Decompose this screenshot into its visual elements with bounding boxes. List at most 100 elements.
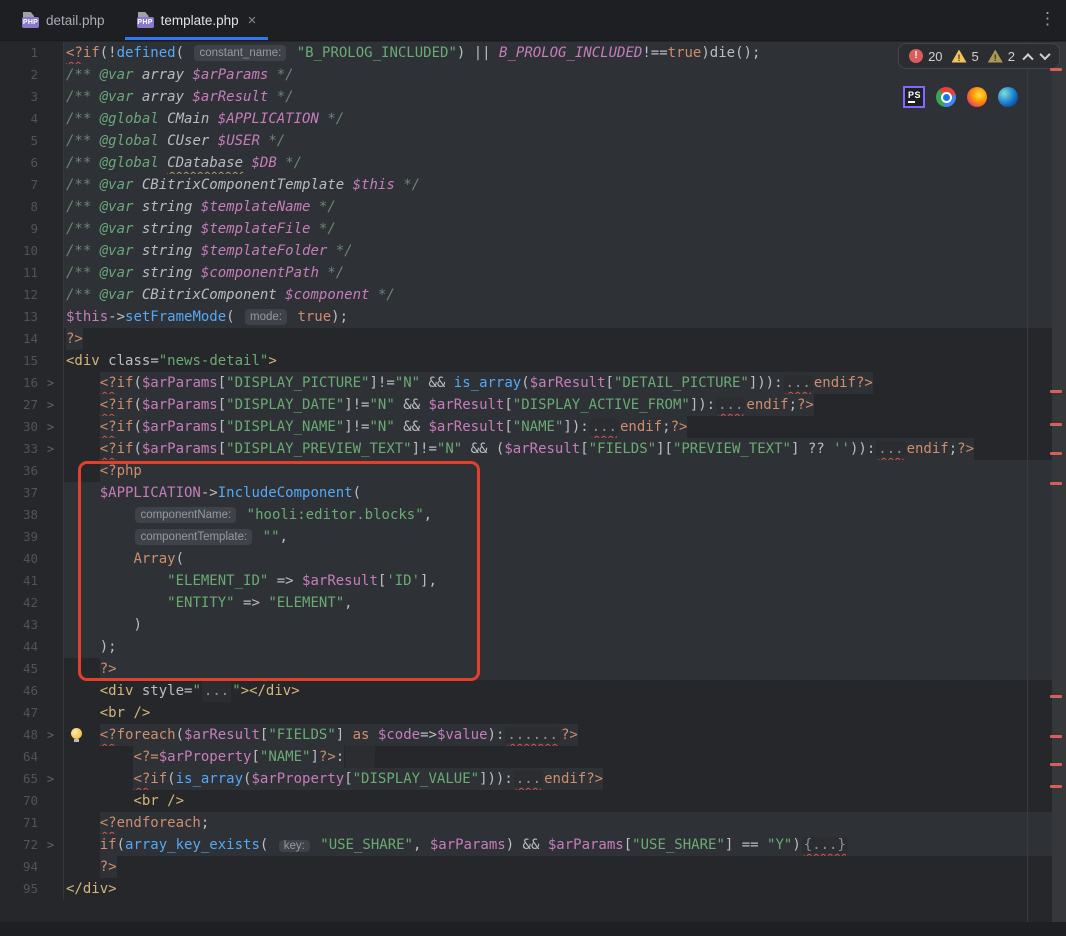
error-stripe-mark[interactable] (1050, 390, 1062, 393)
code-line[interactable]: 8/** @var string $templateName */ (0, 196, 1066, 218)
code-line[interactable]: 36 <?php (0, 460, 1066, 482)
php-fragment[interactable]: <?if(is_array($arProperty["DISPLAY_VALUE… (133, 768, 603, 790)
intention-bulb-icon[interactable] (71, 728, 83, 742)
php-fragment[interactable]: <?=$arProperty["NAME"]?>: (133, 746, 344, 768)
code-line[interactable]: 13$this->setFrameMode( mode: true); (0, 306, 1066, 328)
folded-code[interactable] (345, 746, 374, 768)
code-line[interactable]: 41 "ELEMENT_ID" => $arResult['ID'], (0, 570, 1066, 592)
code-cell[interactable]: ?> (63, 328, 1066, 350)
code-line[interactable]: 47 <br /> (0, 702, 1066, 724)
error-stripe-mark[interactable] (1050, 68, 1062, 71)
inlay-hint[interactable]: componentTemplate: (135, 529, 252, 545)
folded-code[interactable]: ... (876, 441, 905, 457)
inlay-hint[interactable]: componentName: (135, 507, 236, 523)
code-cell[interactable]: if(array_key_exists( key: "USE_SHARE", $… (63, 834, 1066, 856)
code-editor[interactable]: 1<?if(!defined( constant_name: "B_PROLOG… (0, 42, 1066, 900)
error-stripe-mark[interactable] (1050, 423, 1062, 426)
code-line[interactable]: 94 ?> (0, 856, 1066, 878)
code-line[interactable]: 15<div class="news-detail"> (0, 350, 1066, 372)
code-cell[interactable]: /** @global CUser $USER */ (63, 130, 1066, 152)
code-line[interactable]: 39 componentTemplate: "", (0, 526, 1066, 548)
code-cell[interactable]: ?> (63, 856, 1066, 878)
fold-arrow-icon[interactable]: > (38, 724, 63, 746)
php-fragment[interactable]: <?if($arParams["DISPLAY_NAME"]!="N" && $… (100, 416, 688, 438)
code-cell[interactable]: ); (63, 636, 1066, 658)
folded-code[interactable]: ... (784, 375, 813, 391)
error-stripe-mark[interactable] (1050, 763, 1062, 766)
code-line[interactable]: 40 Array( (0, 548, 1066, 570)
code-line[interactable]: 72> if(array_key_exists( key: "USE_SHARE… (0, 834, 1066, 856)
php-fragment[interactable]: <?foreach($arResult["FIELDS"] as $code=>… (100, 724, 578, 746)
code-cell[interactable]: /** @var string $templateName */ (63, 196, 1066, 218)
code-line[interactable]: 11/** @var string $componentPath */ (0, 262, 1066, 284)
code-line[interactable]: 6/** @global CDatabase $DB */ (0, 152, 1066, 174)
code-cell[interactable]: componentTemplate: "", (63, 526, 1066, 548)
code-line[interactable]: 12/** @var CBitrixComponent $component *… (0, 284, 1066, 306)
code-cell[interactable]: /** @var string $componentPath */ (63, 262, 1066, 284)
code-cell[interactable]: <?endforeach; (63, 812, 1066, 834)
code-cell[interactable]: <?if($arParams["DISPLAY_NAME"]!="N" && $… (63, 416, 1066, 438)
code-cell[interactable]: <?if($arParams["DISPLAY_PICTURE"]!="N" &… (63, 372, 1066, 394)
code-line[interactable]: 9/** @var string $templateFile */ (0, 218, 1066, 240)
folded-code[interactable]: ... (716, 397, 745, 413)
error-group[interactable]: ! 20 (909, 49, 942, 64)
code-line[interactable]: 14?> (0, 328, 1066, 350)
fold-arrow-icon[interactable]: > (38, 372, 63, 394)
inlay-hint[interactable]: mode: (245, 309, 287, 325)
tab-detail-php[interactable]: PHP detail.php (6, 0, 121, 40)
code-cell[interactable]: /** @var string $templateFolder */ (63, 240, 1066, 262)
folded-code[interactable]: ... (514, 771, 543, 787)
warning-group[interactable]: ! 5 (952, 49, 979, 64)
code-line[interactable]: 30> <?if($arParams["DISPLAY_NAME"]!="N" … (0, 416, 1066, 438)
code-cell[interactable]: /** @var CBitrixComponentTemplate $this … (63, 174, 1066, 196)
phpstorm-icon[interactable]: PS (903, 86, 925, 108)
code-line[interactable]: 70 <br /> (0, 790, 1066, 812)
folded-code[interactable]: ... (202, 680, 231, 702)
code-cell[interactable]: componentName: "hooli:editor.blocks", (63, 504, 1066, 526)
php-fragment[interactable]: if(array_key_exists( key: "USE_SHARE", $… (100, 834, 1066, 856)
code-cell[interactable]: <?foreach($arResult["FIELDS"] as $code=>… (63, 724, 1066, 746)
tab-close-icon[interactable]: × (248, 13, 257, 28)
weak-warning-group[interactable]: ! 2 (988, 49, 1015, 64)
code-cell[interactable]: </div> (63, 878, 1066, 900)
code-cell[interactable]: <?if($arParams["DISPLAY_DATE"]!="N" && $… (63, 394, 1066, 416)
code-cell[interactable]: "ELEMENT_ID" => $arResult['ID'], (63, 570, 1066, 592)
code-cell[interactable]: /** @global CMain $APPLICATION */ (63, 108, 1066, 130)
code-cell[interactable]: <?if($arParams["DISPLAY_PREVIEW_TEXT"]!=… (63, 438, 1066, 460)
code-cell[interactable]: $this->setFrameMode( mode: true); (63, 306, 1066, 328)
code-line[interactable]: 71 <?endforeach; (0, 812, 1066, 834)
code-line[interactable]: 95</div> (0, 878, 1066, 900)
code-line[interactable]: 16> <?if($arParams["DISPLAY_PICTURE"]!="… (0, 372, 1066, 394)
code-line[interactable]: 48> <?foreach($arResult["FIELDS"] as $co… (0, 724, 1066, 746)
code-cell[interactable]: <?if(is_array($arProperty["DISPLAY_VALUE… (63, 768, 1066, 790)
code-line[interactable]: 43 ) (0, 614, 1066, 636)
fold-arrow-icon[interactable]: > (38, 834, 63, 856)
error-stripe-mark[interactable] (1050, 735, 1062, 738)
code-line[interactable]: 37 $APPLICATION->IncludeComponent( (0, 482, 1066, 504)
php-fragment[interactable]: <?if($arParams["DISPLAY_PICTURE"]!="N" &… (100, 372, 873, 394)
fold-arrow-icon[interactable]: > (38, 394, 63, 416)
code-line[interactable]: 4/** @global CMain $APPLICATION */ (0, 108, 1066, 130)
code-line[interactable]: 65> <?if(is_array($arProperty["DISPLAY_V… (0, 768, 1066, 790)
code-cell[interactable]: ) (63, 614, 1066, 636)
error-stripe-mark[interactable] (1050, 482, 1062, 485)
fold-arrow-icon[interactable]: > (38, 768, 63, 790)
inlay-hint[interactable]: key: (279, 840, 310, 852)
code-line[interactable]: 44 ); (0, 636, 1066, 658)
php-fragment[interactable]: <?php (100, 460, 1066, 482)
code-cell[interactable]: <div class="news-detail"> (63, 350, 1066, 372)
edge-icon[interactable] (998, 87, 1018, 107)
php-fragment[interactable]: ?> (66, 328, 83, 350)
error-stripe-mark[interactable] (1050, 785, 1062, 788)
error-stripe-mark[interactable] (1050, 452, 1062, 455)
chevron-down-icon[interactable] (1039, 49, 1050, 60)
code-cell[interactable]: <br /> (63, 702, 1066, 724)
code-line[interactable]: 7/** @var CBitrixComponentTemplate $this… (0, 174, 1066, 196)
chevron-up-icon[interactable] (1022, 53, 1033, 64)
code-line[interactable]: 45 ?> (0, 658, 1066, 680)
code-cell[interactable]: Array( (63, 548, 1066, 570)
code-cell[interactable]: /** @var CBitrixComponent $component */ (63, 284, 1066, 306)
code-line[interactable]: 27> <?if($arParams["DISPLAY_DATE"]!="N" … (0, 394, 1066, 416)
code-line[interactable]: 5/** @global CUser $USER */ (0, 130, 1066, 152)
code-line[interactable]: 38 componentName: "hooli:editor.blocks", (0, 504, 1066, 526)
